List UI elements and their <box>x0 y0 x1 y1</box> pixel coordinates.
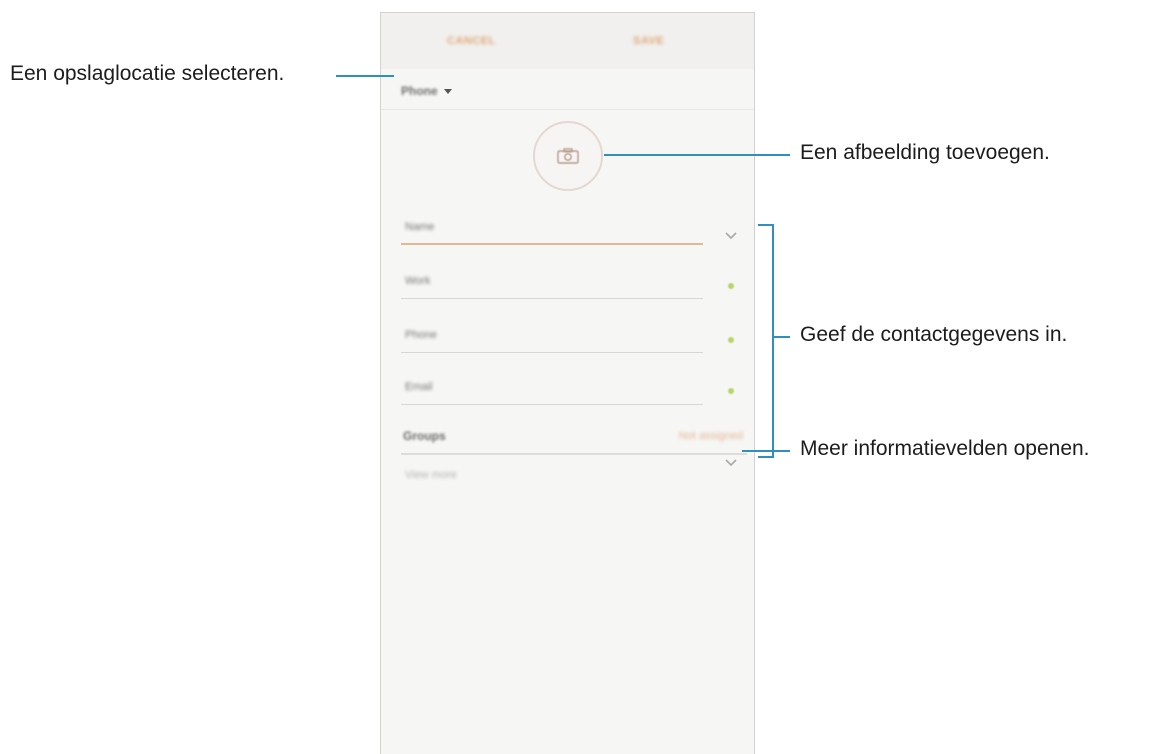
expand-name-button[interactable] <box>724 229 738 243</box>
groups-row[interactable]: Groups Not assigned <box>401 425 747 453</box>
work-field[interactable] <box>401 271 703 299</box>
add-icon <box>728 283 734 289</box>
chevron-down-icon <box>725 459 737 467</box>
camera-icon <box>557 148 579 164</box>
divider <box>381 109 754 110</box>
leader-line <box>742 450 790 452</box>
add-icon <box>728 337 734 343</box>
cancel-button[interactable]: CANCEL <box>447 31 496 51</box>
view-more-expand-button[interactable] <box>724 456 738 470</box>
field-underline <box>401 298 703 299</box>
leader-line <box>336 75 394 77</box>
callout-storage-location: Een opslaglocatie selecteren. <box>10 62 285 85</box>
dropdown-caret-icon <box>443 88 452 94</box>
phone-screen: CANCEL SAVE Phone Name Work Phone Email … <box>380 12 755 754</box>
field-underline <box>401 243 703 245</box>
name-field[interactable] <box>401 217 703 245</box>
add-work-button[interactable] <box>724 279 738 293</box>
groups-label: Groups <box>403 429 446 443</box>
add-phone-button[interactable] <box>724 333 738 347</box>
bracket-vertical <box>772 224 774 458</box>
groups-value: Not assigned <box>678 430 743 442</box>
leader-line <box>604 154 790 156</box>
email-input[interactable] <box>405 381 605 393</box>
add-photo-button[interactable] <box>533 121 603 191</box>
chevron-down-icon <box>725 232 737 240</box>
top-action-bar: CANCEL SAVE <box>381 13 754 69</box>
add-email-button[interactable] <box>724 384 738 398</box>
add-icon <box>728 388 734 394</box>
email-field[interactable] <box>401 377 703 405</box>
field-underline <box>401 352 703 353</box>
phone-field[interactable] <box>401 325 703 353</box>
save-button[interactable]: SAVE <box>633 31 664 51</box>
callout-more-fields: Meer informatievelden openen. <box>800 437 1090 460</box>
groups-underline <box>401 453 747 455</box>
work-input[interactable] <box>405 275 605 287</box>
view-more-link[interactable]: View more <box>405 469 457 481</box>
phone-input[interactable] <box>405 329 605 341</box>
name-input[interactable] <box>405 221 605 233</box>
bracket-bottom <box>758 456 774 458</box>
storage-location-selector[interactable]: Phone <box>401 81 452 101</box>
leader-line <box>772 336 790 338</box>
storage-location-label: Phone <box>401 84 438 98</box>
callout-contact-info: Geef de contactgegevens in. <box>800 323 1068 346</box>
callout-add-image: Een afbeelding toevoegen. <box>800 141 1050 164</box>
field-underline <box>401 404 703 405</box>
